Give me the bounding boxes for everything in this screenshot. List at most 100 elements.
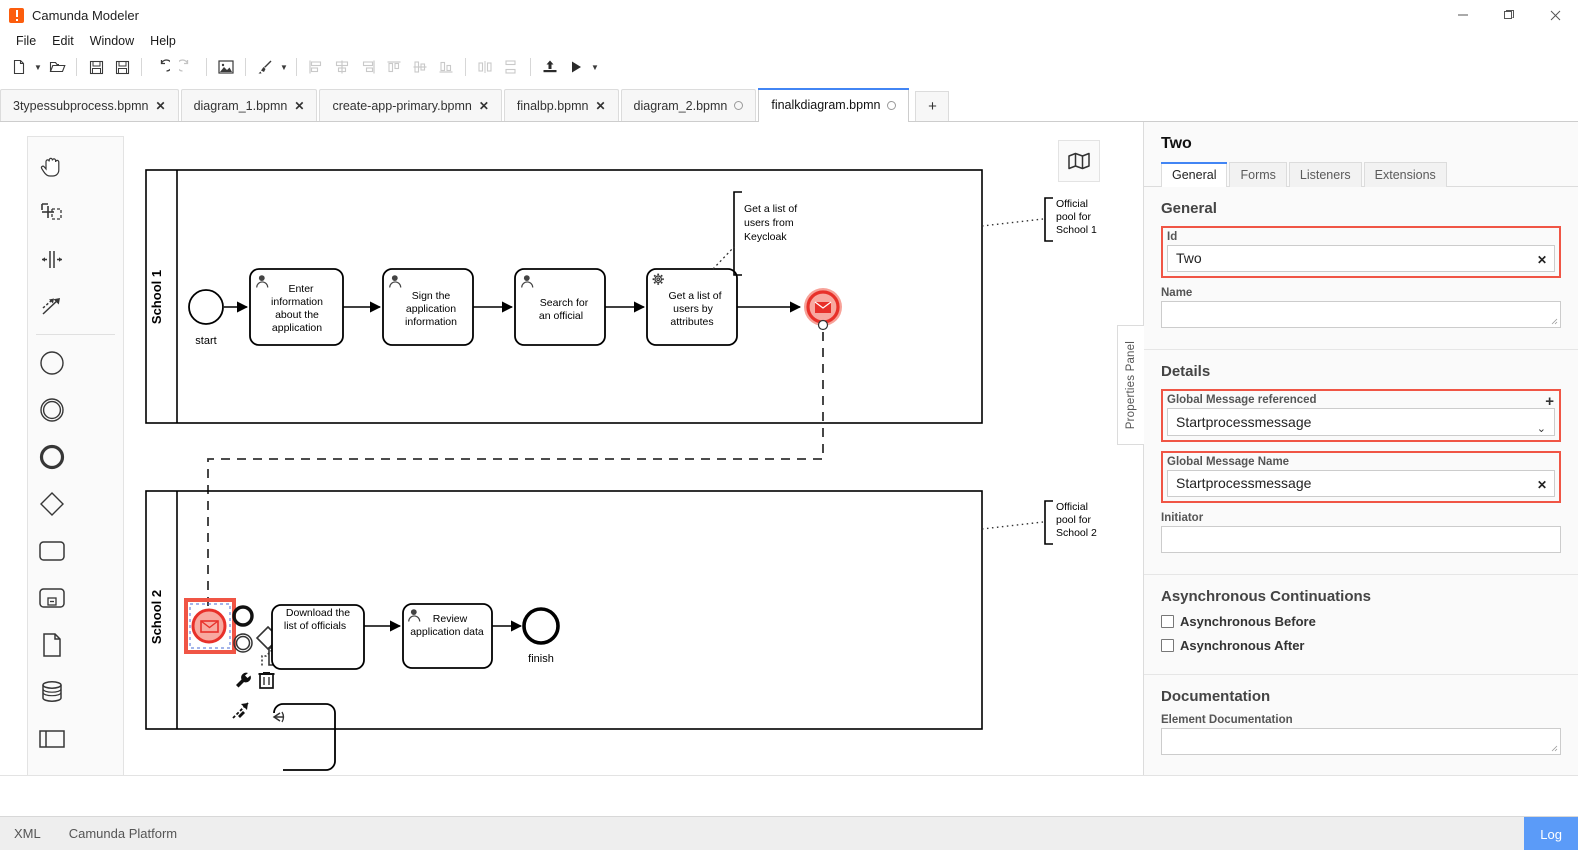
palette-divider <box>36 334 115 335</box>
async-after-row[interactable]: Asynchronous After <box>1161 638 1561 653</box>
group-icon[interactable] <box>28 762 76 775</box>
task-icon[interactable] <box>28 527 76 574</box>
undo-icon[interactable] <box>148 54 174 80</box>
new-file-caret-icon[interactable]: ▼ <box>32 54 44 80</box>
tab-general[interactable]: General <box>1161 162 1227 187</box>
window-title: Camunda Modeler <box>32 8 139 23</box>
tab-extensions[interactable]: Extensions <box>1364 162 1447 187</box>
toolbar: ▼ ▼ <box>0 51 1578 83</box>
initiator-input[interactable] <box>1161 526 1561 553</box>
tab-label: diagram_2.bpmn <box>634 99 728 113</box>
svg-text:Get a list of: Get a list of <box>668 290 721 302</box>
tab-create-app-primary[interactable]: create-app-primary.bpmn ✕ <box>319 89 501 121</box>
status-platform-label[interactable]: Camunda Platform <box>55 826 191 841</box>
align-tool-caret-icon[interactable]: ▼ <box>278 54 290 80</box>
element-documentation-input[interactable] <box>1161 728 1561 755</box>
tab-listeners[interactable]: Listeners <box>1289 162 1362 187</box>
name-input[interactable] <box>1161 301 1561 328</box>
message-end-event-school1 <box>804 288 842 330</box>
async-before-checkbox[interactable] <box>1161 615 1174 628</box>
data-store-icon[interactable] <box>28 668 76 715</box>
participant-pool-icon[interactable] <box>28 715 76 762</box>
id-input[interactable]: Two <box>1167 245 1555 272</box>
close-icon[interactable]: ✕ <box>156 100 166 112</box>
unsaved-dot-icon[interactable] <box>887 101 896 110</box>
svg-text:application: application <box>406 303 456 315</box>
menu-item-edit[interactable]: Edit <box>44 34 82 48</box>
add-message-button[interactable]: + <box>1545 394 1554 409</box>
global-connect-tool-icon[interactable] <box>28 283 76 330</box>
align-bottom-icon <box>433 54 459 80</box>
open-folder-icon[interactable] <box>44 54 70 80</box>
end-event-finish: finish <box>524 609 558 665</box>
menu-item-file[interactable]: File <box>8 34 44 48</box>
tab-label: finalkdiagram.bpmn <box>771 98 880 112</box>
user-task-search-official: Search for an official <box>515 269 605 345</box>
add-tab-button[interactable]: + <box>915 91 949 121</box>
send-task-download-list: Download the list of officials <box>272 605 364 669</box>
save-as-icon[interactable] <box>109 54 135 80</box>
export-image-icon[interactable] <box>213 54 239 80</box>
tab-3typessubprocess[interactable]: 3typessubprocess.bpmn ✕ <box>0 89 179 121</box>
minimize-icon[interactable] <box>1440 0 1486 30</box>
run-icon[interactable] <box>563 54 589 80</box>
subprocess-expanded-icon[interactable] <box>28 574 76 621</box>
svg-text:users from: users from <box>744 217 794 229</box>
save-icon[interactable] <box>83 54 109 80</box>
clear-icon[interactable]: ✕ <box>1537 254 1547 266</box>
svg-text:finish: finish <box>528 653 554 665</box>
async-after-checkbox[interactable] <box>1161 639 1174 652</box>
end-event-icon[interactable] <box>28 433 76 480</box>
close-icon[interactable] <box>1532 0 1578 30</box>
unsaved-dot-icon[interactable] <box>734 101 743 110</box>
hand-tool-icon[interactable] <box>28 142 76 189</box>
async-after-label: Asynchronous After <box>1180 638 1304 653</box>
maximize-icon[interactable] <box>1486 0 1532 30</box>
properties-panel[interactable]: Two General Forms Listeners Extensions G… <box>1143 122 1578 775</box>
svg-text:School 2: School 2 <box>1056 527 1097 539</box>
deploy-icon[interactable] <box>537 54 563 80</box>
close-icon[interactable]: ✕ <box>595 100 605 112</box>
distribute-vertical-icon <box>498 54 524 80</box>
tab-diagram-2[interactable]: diagram_2.bpmn <box>621 89 757 121</box>
tab-finalbp[interactable]: finalbp.bpmn ✕ <box>504 89 619 121</box>
bpmn-palette[interactable] <box>27 136 124 775</box>
menu-item-window[interactable]: Window <box>82 34 142 48</box>
element-documentation-field: Element Documentation <box>1161 714 1561 755</box>
global-message-referenced-select[interactable]: Startprocessmessage ⌄ <box>1167 408 1555 436</box>
svg-text:School 1: School 1 <box>1056 224 1097 236</box>
exclusive-gateway-icon[interactable] <box>28 480 76 527</box>
start-event-icon[interactable] <box>28 339 76 386</box>
properties-panel-toggle[interactable]: Properties Panel <box>1117 325 1144 445</box>
redo-icon <box>174 54 200 80</box>
status-xml-button[interactable]: XML <box>0 826 55 841</box>
minimap-toggle-button[interactable] <box>1058 140 1100 182</box>
connect-icon <box>233 703 248 718</box>
global-message-name-label: Global Message Name <box>1167 456 1555 468</box>
space-tool-icon[interactable] <box>28 236 76 283</box>
align-tool-icon[interactable] <box>252 54 278 80</box>
run-caret-icon[interactable]: ▼ <box>589 54 601 80</box>
toolbar-separator <box>465 58 466 76</box>
tab-forms[interactable]: Forms <box>1229 162 1286 187</box>
start-event-school1: start <box>189 290 223 347</box>
tab-label: create-app-primary.bpmn <box>332 99 471 113</box>
toolbar-separator <box>141 58 142 76</box>
svg-text:Review: Review <box>433 613 468 625</box>
tab-diagram-1[interactable]: diagram_1.bpmn ✕ <box>181 89 318 121</box>
close-icon[interactable]: ✕ <box>294 100 304 112</box>
close-icon[interactable]: ✕ <box>479 100 489 112</box>
new-file-icon[interactable] <box>6 54 32 80</box>
log-button[interactable]: Log <box>1524 817 1578 850</box>
diagram-canvas[interactable]: School 1 start Enter information about t… <box>0 122 1143 775</box>
global-message-name-input[interactable]: Startprocessmessage <box>1167 470 1555 497</box>
clear-icon[interactable]: ✕ <box>1537 479 1547 491</box>
menu-item-help[interactable]: Help <box>142 34 184 48</box>
tab-finalkdiagram[interactable]: finalkdiagram.bpmn <box>758 88 909 121</box>
async-before-row[interactable]: Asynchronous Before <box>1161 614 1561 629</box>
chevron-down-icon[interactable]: ⌄ <box>1537 416 1546 442</box>
lasso-tool-icon[interactable] <box>28 189 76 236</box>
data-object-icon[interactable] <box>28 621 76 668</box>
intermediate-event-icon[interactable] <box>28 386 76 433</box>
svg-text:list of officials: list of officials <box>284 620 346 632</box>
